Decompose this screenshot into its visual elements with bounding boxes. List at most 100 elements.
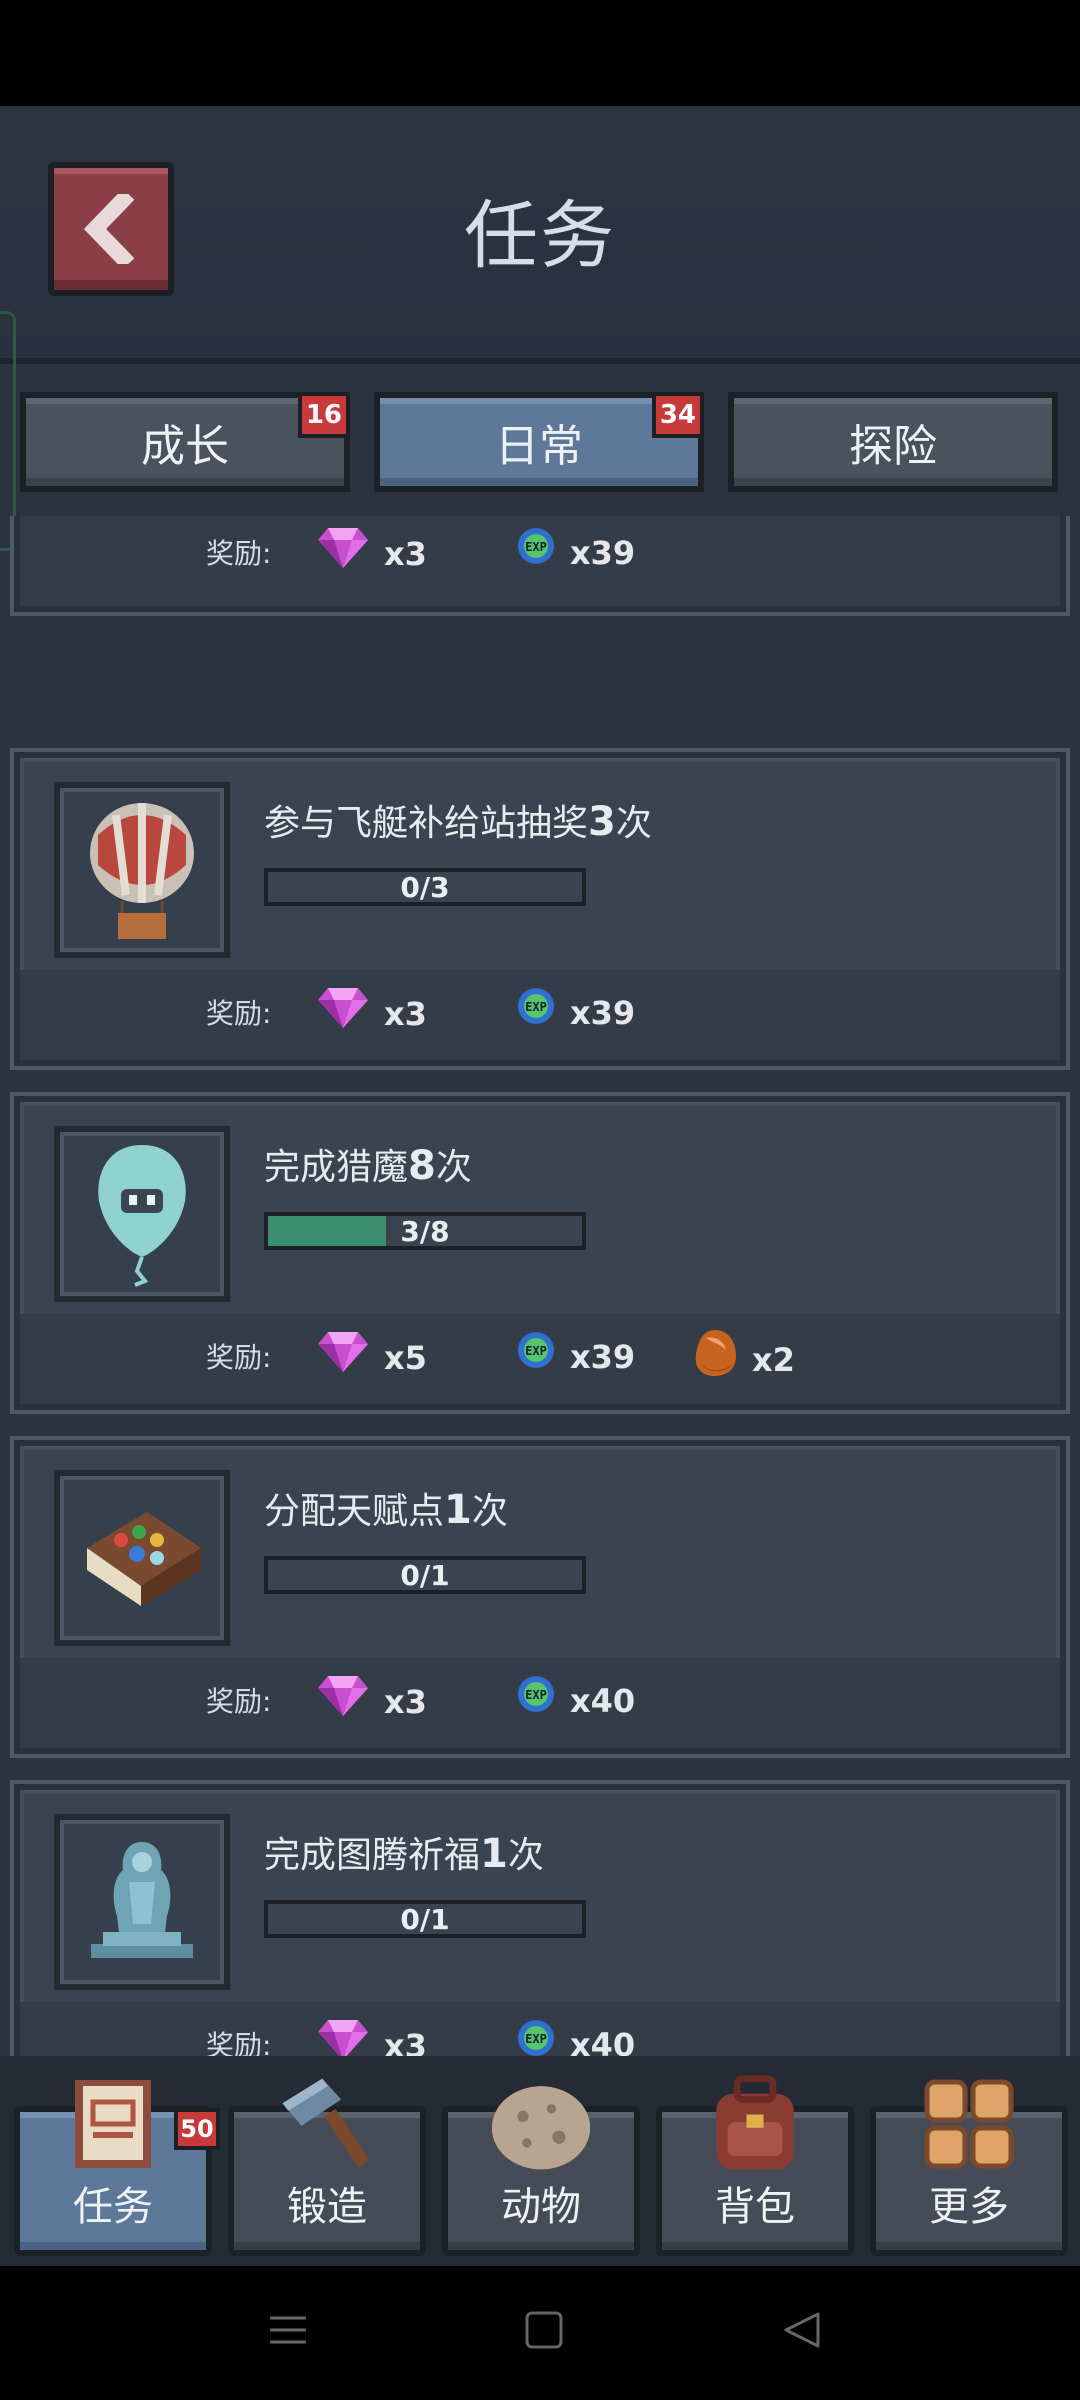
gem-icon <box>316 1672 370 1722</box>
tab-label: 成长 <box>141 421 229 472</box>
menu-icon[interactable] <box>268 2310 308 2354</box>
side-drawer-handle[interactable] <box>0 311 16 551</box>
ghost-balloon-icon <box>54 1126 230 1302</box>
task-body: 参与飞艇补给站抽奖3次 0/3 <box>20 758 1060 982</box>
reward-item: EXP x40 <box>516 1672 635 1720</box>
task-scroll-icon <box>61 2072 165 2176</box>
progress-text: 3/8 <box>400 1214 450 1248</box>
reward-item: EXP x39 <box>516 984 635 1032</box>
home-icon[interactable] <box>524 2310 564 2354</box>
reward-item: x2 <box>692 1328 795 1382</box>
exp-orb-icon: EXP <box>516 526 556 570</box>
nav-backpack[interactable]: 背包 <box>656 2075 854 2256</box>
task-card: 完成图腾祈福1次 0/1 奖励: x3 EXP x40 <box>14 1784 1066 2056</box>
totem-statue-icon <box>54 1814 230 1990</box>
reward-amount: x40 <box>570 2026 636 2056</box>
nav-more[interactable]: 更多 <box>870 2079 1068 2256</box>
task-card: 完成猎魔8次 3/8 奖励: x5 EXP x39 x2 <box>14 1096 1066 1410</box>
gem-icon <box>316 2016 370 2056</box>
reward-amount: x5 <box>384 1339 427 1377</box>
tab-daily[interactable]: 日常 34 <box>374 392 704 492</box>
tab-label: 探险 <box>849 421 937 472</box>
task-card: 参与飞艇补给站抽奖3次 0/3 奖励: x3 EXP x39 <box>14 752 1066 1066</box>
airship-balloon-icon <box>54 782 230 958</box>
nav-forge[interactable]: 锻造 <box>228 2078 426 2256</box>
task-list[interactable]: 奖励: x3 EXP x39 参与飞艇补给站抽奖3次 0/3 奖励: x3 EX… <box>0 516 1080 2056</box>
grid-more-icon <box>917 2072 1021 2176</box>
talent-book-icon <box>54 1470 230 1646</box>
tab-adventure[interactable]: 探险 <box>728 392 1058 492</box>
backpack-icon <box>703 2072 807 2176</box>
reward-label: 奖励: <box>206 1685 272 1718</box>
system-nav-bar <box>0 2266 1080 2400</box>
reward-item: x3 <box>316 2016 427 2056</box>
task-title: 完成图腾祈福1次 <box>264 1831 544 1877</box>
task-progress-bar: 0/3 <box>264 868 586 906</box>
gem-icon <box>316 984 370 1034</box>
reward-amount: x3 <box>384 1683 427 1721</box>
svg-text:EXP: EXP <box>525 2032 547 2046</box>
copper-ore-icon <box>692 1328 738 1382</box>
back-triangle-icon[interactable] <box>782 2310 822 2354</box>
svg-text:EXP: EXP <box>525 1688 547 1702</box>
task-progress-bar: 0/1 <box>264 1900 586 1938</box>
task-progress-bar: 3/8 <box>264 1212 586 1250</box>
task-title: 分配天赋点1次 <box>264 1487 508 1533</box>
reward-row: 奖励: x3 EXP x39 <box>20 516 1060 606</box>
task-body: 完成图腾祈福1次 0/1 <box>20 1790 1060 2014</box>
gem-icon <box>316 1328 370 1378</box>
progress-text: 0/1 <box>400 1558 450 1592</box>
category-tabs: 成长 16 日常 34 探险 <box>20 382 1060 492</box>
reward-label: 奖励: <box>206 2029 272 2056</box>
nav-animals[interactable]: 动物 <box>442 2086 640 2256</box>
svg-text:EXP: EXP <box>525 540 547 554</box>
app-screen: 任务 成长 16 日常 34 探险 奖励: x3 EXP x39 参与飞艇补给站… <box>0 106 1080 2266</box>
header-divider <box>0 358 1080 364</box>
reward-row: 奖励: x3 EXP x40 <box>20 2002 1060 2056</box>
reward-row: 奖励: x5 EXP x39 x2 <box>20 1314 1060 1404</box>
reward-amount: x39 <box>570 1338 636 1376</box>
task-progress-bar: 0/1 <box>264 1556 586 1594</box>
nav-label: 更多 <box>929 2184 1009 2230</box>
reward-item: x3 <box>316 1672 427 1722</box>
task-body: 分配天赋点1次 0/1 <box>20 1446 1060 1670</box>
reward-item: EXP x40 <box>516 2016 635 2056</box>
reward-amount: x39 <box>570 994 636 1032</box>
reward-label: 奖励: <box>206 997 272 1030</box>
reward-amount: x3 <box>384 535 427 573</box>
tab-badge: 34 <box>651 392 704 438</box>
reward-amount: x2 <box>752 1341 795 1379</box>
svg-text:EXP: EXP <box>525 1344 547 1358</box>
tab-badge: 16 <box>297 392 350 438</box>
task-title: 完成猎魔8次 <box>264 1143 472 1189</box>
reward-row: 奖励: x3 EXP x39 <box>20 970 1060 1060</box>
reward-item: x5 <box>316 1328 427 1378</box>
nav-badge: 50 <box>174 2108 220 2150</box>
exp-orb-icon: EXP <box>516 1674 556 1718</box>
header: 任务 <box>0 106 1080 356</box>
reward-item: x3 <box>316 524 427 574</box>
tab-label: 日常 <box>495 421 583 472</box>
gem-icon <box>316 524 370 574</box>
reward-amount: x39 <box>570 534 636 572</box>
exp-orb-icon: EXP <box>516 2018 556 2056</box>
status-bar <box>0 0 1080 106</box>
nav-label: 锻造 <box>287 2184 367 2230</box>
reward-item: x3 <box>316 984 427 1034</box>
tab-growth[interactable]: 成长 16 <box>20 392 350 492</box>
task-card: 分配天赋点1次 0/1 奖励: x3 EXP x40 <box>14 1440 1066 1754</box>
reward-amount: x3 <box>384 2027 427 2056</box>
nav-tasks[interactable]: 50 任务 <box>14 2080 220 2256</box>
progress-text: 0/3 <box>400 870 450 904</box>
reward-row: 奖励: x3 EXP x40 <box>20 1658 1060 1748</box>
reward-item: EXP x39 <box>516 1328 635 1376</box>
hammer-icon <box>275 2072 379 2176</box>
nav-label: 任务 <box>73 2184 153 2230</box>
exp-orb-icon: EXP <box>516 1330 556 1374</box>
nav-label: 背包 <box>715 2184 795 2230</box>
reward-label: 奖励: <box>206 1341 272 1374</box>
progress-text: 0/1 <box>400 1902 450 1936</box>
svg-text:EXP: EXP <box>525 1000 547 1014</box>
bottom-nav: 50 任务 锻造 动物 背包 更多 <box>0 2056 1080 2266</box>
rock-egg-icon <box>489 2072 593 2176</box>
